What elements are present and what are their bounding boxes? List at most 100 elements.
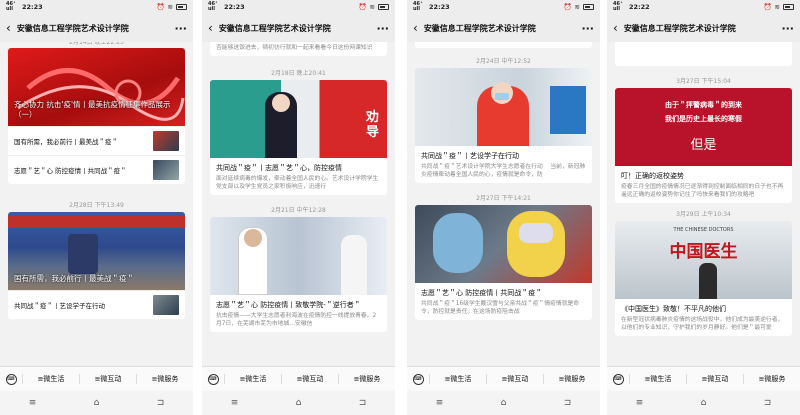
battery-icon (783, 4, 794, 10)
menu-micro-interact[interactable]: ≡微互动 (281, 374, 338, 384)
mask-graphic (495, 93, 509, 100)
bottom-menu: ⌨ ≡微生活 ≡微互动 ≡微服务 (607, 366, 800, 391)
more-icon[interactable]: ··· (376, 22, 389, 35)
keyboard-toggle[interactable]: ⌨ (407, 373, 429, 385)
back-nav-icon[interactable]: ⊐ (157, 398, 165, 408)
back-icon[interactable]: ‹ (413, 21, 418, 35)
article-title: 志愿＂艺＂心 防控疫情丨致敬学院-＂逆行者＂ (216, 301, 361, 309)
figure-graphic (68, 234, 98, 274)
menu-micro-service[interactable]: ≡微服务 (136, 374, 193, 384)
list-item-thumb (153, 295, 179, 315)
more-icon[interactable]: ··· (781, 22, 794, 35)
article-card[interactable] (415, 42, 592, 48)
menu-micro-service[interactable]: ≡微服务 (743, 374, 800, 384)
more-icon[interactable]: ··· (174, 22, 187, 35)
article-image (415, 205, 592, 283)
status-icons: ⏰ ≋ (563, 3, 594, 11)
wifi-icon: ≋ (574, 3, 580, 11)
status-time: 22:23 (224, 3, 245, 11)
keyboard-toggle[interactable]: ⌨ (202, 373, 224, 385)
back-icon[interactable]: ‹ (208, 21, 213, 35)
article-image: THE CHINESE DOCTORS 中国医生 (615, 221, 792, 299)
menu-micro-life[interactable]: ≡微生活 (629, 374, 686, 384)
article-card[interactable]: 共同战＂疫＂丨艺设学子在行动 共同战＂疫＂艺术设计学院大学生志愿者在行动 当前，… (415, 68, 592, 183)
list-item-title: 国有所需，我必前行丨最美战＂疫＂ (14, 138, 118, 146)
more-icon[interactable]: ··· (581, 22, 594, 35)
article-title: 叮！正确的返校姿势 (621, 172, 684, 180)
article-card[interactable]: 齐心协力 抗击'疫'情丨最美抗疫情征集作品展示（一） 国有所需，我必前行丨最美战… (8, 48, 185, 184)
home-nav-icon[interactable]: ⌂ (701, 398, 707, 408)
person-graphic (699, 263, 717, 299)
menu-nav-icon[interactable]: ≡ (29, 398, 37, 408)
poster-title: 中国医生 (669, 242, 738, 262)
article-card[interactable]: 志愿＂艺＂心 防控疫情丨致敬学院-＂逆行者＂ 抗击疫情——大学生志愿者利海波在疫… (210, 217, 387, 332)
keyboard-icon: ⌨ (612, 373, 624, 385)
keyboard-toggle[interactable]: ⌨ (607, 373, 629, 385)
back-nav-icon[interactable]: ⊐ (764, 398, 772, 408)
back-nav-icon[interactable]: ⊐ (359, 398, 367, 408)
list-item-title: 志愿＂艺＂心 防控疫情丨共同战＂疫＂ (14, 167, 127, 175)
wifi-icon: ≋ (167, 3, 173, 11)
back-nav-icon[interactable]: ⊐ (564, 398, 572, 408)
article-title: 《中国医生》致敬！不平凡的他们 (621, 305, 726, 313)
poster-subtitle: THE CHINESE DOCTORS (673, 227, 734, 233)
menu-micro-life[interactable]: ≡微生活 (224, 374, 281, 384)
home-nav-icon[interactable]: ⌂ (296, 398, 302, 408)
title-bar: ‹ 安徽信息工程学院艺术设计学院 ··· (0, 14, 193, 42)
back-icon[interactable]: ‹ (613, 21, 618, 35)
article-title: 国有所需，我必前行丨最美战＂疫＂ (14, 274, 134, 283)
list-item[interactable]: 国有所需，我必前行丨最美战＂疫＂ (8, 126, 185, 155)
keyboard-toggle[interactable]: ⌨ (0, 373, 22, 385)
status-bar: 46⁺ ull 22:23 ⏰ ≋ (202, 0, 395, 14)
menu-micro-interact[interactable]: ≡微互动 (79, 374, 136, 384)
article-title: 共同战＂疫＂丨艺设学子在行动 (421, 152, 519, 160)
menu-micro-service[interactable]: ≡微服务 (338, 374, 395, 384)
image-caption-3: 但是 (690, 138, 717, 153)
alarm-icon: ⏰ (358, 3, 367, 11)
article-card[interactable]: 志愿＂艺＂心 防控疫情丨共同战＂疫＂ 共同战＂疫＂16级学生戴汉雪与父亲共战＂疫… (415, 205, 592, 320)
menu-micro-interact[interactable]: ≡微互动 (486, 374, 543, 384)
article-card[interactable]: THE CHINESE DOCTORS 中国医生 《中国医生》致敬！不平凡的他们… (615, 221, 792, 336)
status-time: 22:23 (22, 3, 43, 11)
menu-micro-life[interactable]: ≡微生活 (22, 374, 79, 384)
phone-screen-2: 46⁺ ull 22:23 ⏰ ≋ ‹ 安徽信息工程学院艺术设计学院 ··· 否能够… (202, 0, 395, 415)
status-time: 22:22 (629, 3, 650, 11)
bottom-menu: ⌨ ≡微生活 ≡微互动 ≡微服务 (407, 366, 600, 391)
keyboard-icon: ⌨ (412, 373, 424, 385)
message-list: 3月27日 下午15:04 由于＂抨警病毒＂的到来 我们是历史上最长的寒假 但是… (607, 42, 800, 366)
image-caption-2: 我们是历史上最长的寒假 (665, 115, 742, 123)
article-card[interactable]: 由于＂抨警病毒＂的到来 我们是历史上最长的寒假 但是 叮！正确的返校姿势 疫春三… (615, 88, 792, 203)
home-nav-icon[interactable]: ⌂ (94, 398, 100, 408)
status-icons: ⏰ ≋ (763, 3, 794, 11)
menu-micro-life[interactable]: ≡微生活 (429, 374, 486, 384)
title-bar: ‹ 安徽信息工程学院艺术设计学院 ··· (407, 14, 600, 42)
article-image: 国有所需，我必前行丨最美战＂疫＂ (8, 212, 185, 290)
menu-nav-icon[interactable]: ≡ (636, 398, 644, 408)
article-card[interactable] (615, 42, 792, 66)
person-graphic (507, 211, 565, 277)
article-desc: 共同战＂疫＂艺术设计学院大学生志愿者在行动 当前，新冠肺炎疫情牵动着全国人民的心… (421, 164, 586, 178)
menu-micro-interact[interactable]: ≡微互动 (686, 374, 743, 384)
home-nav-icon[interactable]: ⌂ (501, 398, 507, 408)
timestamp: 2月28日 下午13:49 (69, 202, 124, 209)
article-card[interactable]: 劝导 共同战＂疫＂丨志愿＂艺＂心，防控疫情 面对延续病毒的爆发，牵动着全国人民的… (210, 80, 387, 195)
list-item[interactable]: 共同战＂疫＂丨艺设学子在行动 (8, 290, 185, 319)
title-bar: ‹ 安徽信息工程学院艺术设计学院 ··· (202, 14, 395, 42)
menu-nav-icon[interactable]: ≡ (231, 398, 239, 408)
back-icon[interactable]: ‹ (6, 21, 11, 35)
banner-text-graphic: 劝导 (365, 110, 379, 140)
alarm-icon: ⏰ (763, 3, 772, 11)
banner-graphic (8, 216, 185, 228)
article-title: 志愿＂艺＂心 防控疫情丨共同战＂疫＂ (421, 289, 543, 297)
article-card[interactable]: 否能够送饭进去，顿初彷行就和一起来看看今日这份网课知识 (210, 42, 387, 56)
signal-icon: 46⁺ ull (6, 1, 16, 12)
menu-nav-icon[interactable]: ≡ (436, 398, 444, 408)
wifi-icon: ≋ (774, 3, 780, 11)
timestamp: 2月27日 下午14:21 (476, 195, 531, 202)
list-item[interactable]: 志愿＂艺＂心 防控疫情丨共同战＂疫＂ (8, 155, 185, 184)
screens-container: 46⁺ ull 22:23 ⏰ ≋ ‹ 安徽信息工程学院艺术设计学院 ··· 2月1… (0, 0, 800, 415)
menu-micro-service[interactable]: ≡微服务 (543, 374, 600, 384)
article-image: 劝导 (210, 80, 387, 158)
article-card[interactable]: 国有所需，我必前行丨最美战＂疫＂ 共同战＂疫＂丨艺设学子在行动 (8, 212, 185, 319)
sign-graphic (550, 86, 586, 134)
